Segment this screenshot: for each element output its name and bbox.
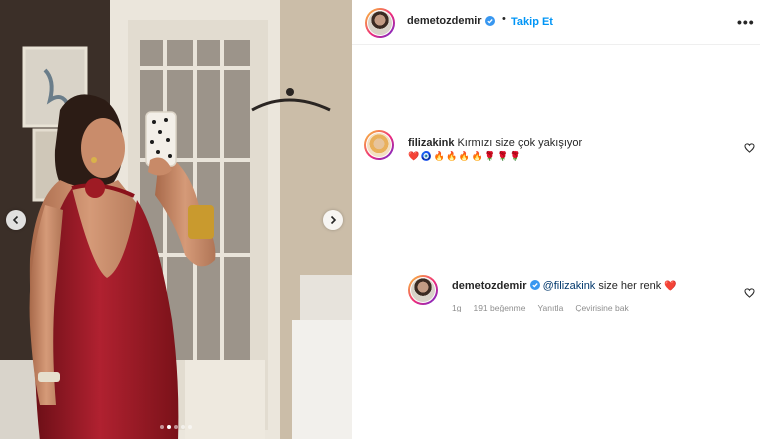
like-comment-button[interactable] bbox=[744, 140, 755, 158]
emoji: 🔥 bbox=[471, 151, 484, 161]
emoji: 🔥 bbox=[433, 151, 446, 161]
post-details-panel: demetozdemir • Takip Et ••• filizakink Kı… bbox=[352, 0, 760, 439]
emoji: ❤️ bbox=[408, 151, 420, 161]
emoji: 🔥 bbox=[446, 151, 458, 161]
reply-likes[interactable]: 191 beğenme bbox=[473, 303, 525, 312]
reply-emoji: ❤️ bbox=[664, 281, 677, 292]
carousel-dot bbox=[188, 425, 192, 429]
emoji: 🌹 bbox=[497, 151, 509, 161]
post-image[interactable] bbox=[0, 0, 352, 439]
like-reply-button[interactable] bbox=[744, 285, 755, 303]
reply-text: size her renk bbox=[598, 280, 662, 292]
carousel-dot-active bbox=[167, 425, 171, 429]
carousel-indicator bbox=[0, 425, 352, 429]
next-slide-button[interactable] bbox=[323, 210, 343, 230]
translate-button[interactable]: Çevirisine bak bbox=[575, 303, 628, 312]
chevron-right-icon bbox=[330, 215, 337, 225]
comment-line: filizakink Kırmızı size çok yakışıyor bbox=[408, 137, 582, 149]
previous-slide-button[interactable] bbox=[6, 210, 26, 230]
comment-text: Kırmızı size çok yakışıyor bbox=[457, 137, 583, 149]
heart-outline-icon bbox=[744, 143, 755, 153]
comment-emojis: ❤️ 🧿 🔥 🔥 🔥 🔥 🌹 🌹 🌹 bbox=[408, 151, 521, 162]
emoji: 🧿 bbox=[420, 151, 433, 161]
commenter-avatar[interactable] bbox=[364, 130, 394, 160]
header-separator: • bbox=[502, 13, 506, 25]
instagram-post: demetozdemir • Takip Et ••• filizakink Kı… bbox=[0, 0, 760, 439]
chevron-left-icon bbox=[12, 215, 19, 225]
mirror-selfie-photo bbox=[0, 0, 352, 439]
reply-button[interactable]: Yanıtla bbox=[537, 303, 563, 312]
emoji: 🔥 bbox=[458, 151, 471, 161]
reply-username[interactable]: demetozdemir bbox=[452, 280, 527, 292]
header-divider bbox=[352, 44, 760, 45]
author-username[interactable]: demetozdemir bbox=[407, 15, 482, 27]
more-options-button[interactable]: ••• bbox=[737, 14, 755, 30]
reply-mention[interactable]: @filizakink bbox=[543, 280, 596, 292]
reply-item: demetozdemir @filizakink size her renk ❤️ … bbox=[408, 275, 760, 315]
post-header: demetozdemir • Takip Et ••• bbox=[352, 0, 760, 44]
reply-time: 1g bbox=[452, 303, 462, 312]
carousel-dot bbox=[174, 425, 178, 429]
verified-badge-icon bbox=[485, 16, 495, 26]
reply-author-avatar[interactable] bbox=[408, 275, 438, 305]
comment-item: filizakink Kırmızı size çok yakışıyor ❤️ … bbox=[364, 130, 760, 170]
follow-button[interactable]: Takip Et bbox=[511, 16, 553, 28]
carousel-dot bbox=[160, 425, 164, 429]
reply-line: demetozdemir @filizakink size her renk ❤️ bbox=[452, 280, 677, 292]
emoji: 🌹 bbox=[509, 151, 522, 161]
comment-username[interactable]: filizakink bbox=[408, 137, 454, 149]
heart-outline-icon bbox=[744, 288, 755, 298]
carousel-dot bbox=[181, 425, 185, 429]
emoji: 🌹 bbox=[484, 151, 497, 161]
author-avatar[interactable] bbox=[365, 8, 395, 38]
verified-badge-icon bbox=[529, 280, 540, 290]
reply-meta: 1g 191 beğenme Yanıtla Çevirisine bak bbox=[452, 303, 629, 312]
